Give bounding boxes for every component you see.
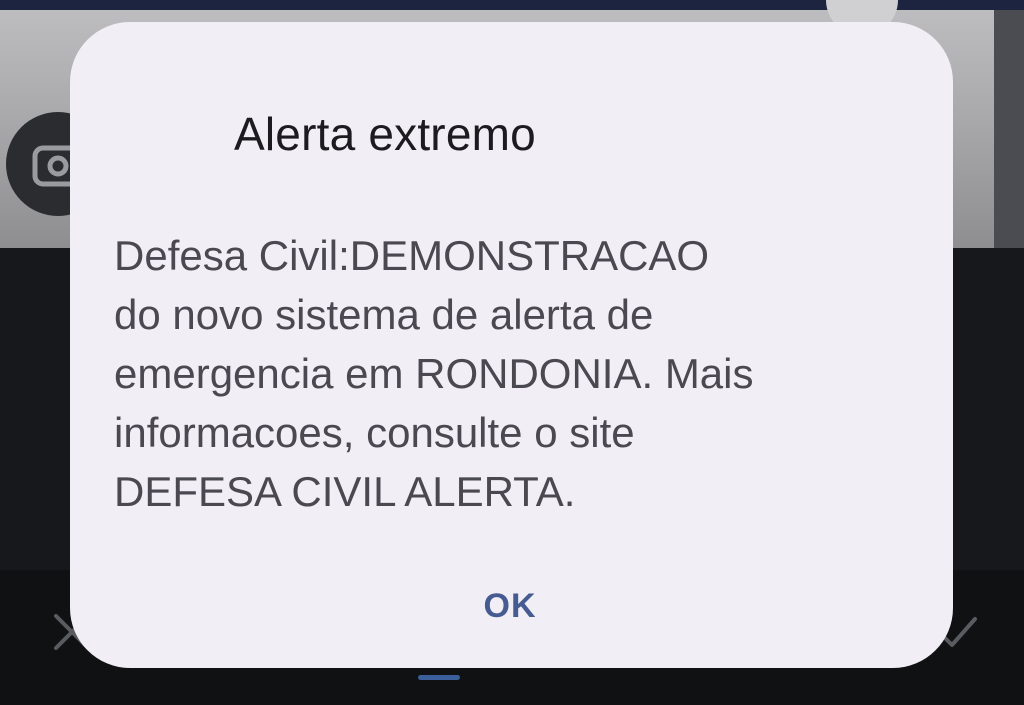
dialog-message: Defesa Civil:DEMONSTRACAO do novo sistem… bbox=[114, 232, 754, 515]
camera-preview-edge bbox=[994, 10, 1024, 248]
home-indicator[interactable] bbox=[418, 675, 460, 680]
ok-button[interactable]: OK bbox=[460, 578, 560, 634]
emergency-alert-dialog: Alerta extremo Defesa Civil:DEMONSTRACAO… bbox=[70, 22, 953, 668]
dialog-title: Alerta extremo bbox=[234, 108, 536, 160]
